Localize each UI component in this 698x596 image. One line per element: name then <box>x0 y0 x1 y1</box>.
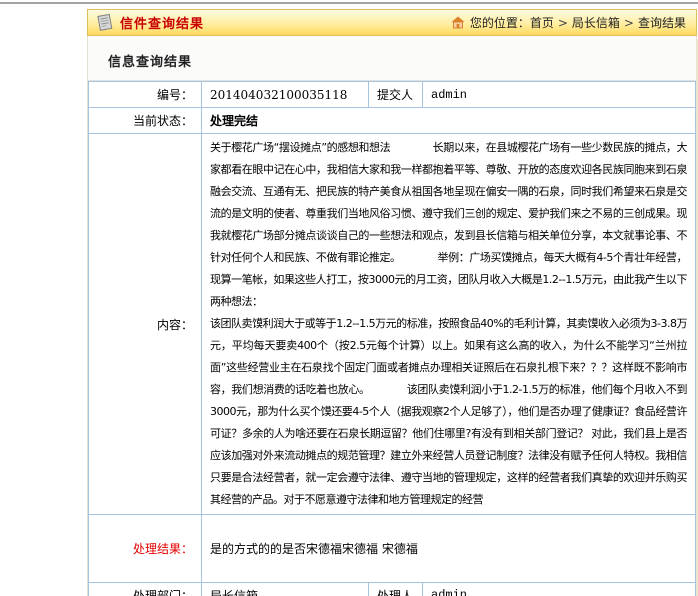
header-bar: 信件查询结果 您的位置： 首页 > 局长信箱 > 查询结果 <box>87 9 697 36</box>
number-label: 编号： <box>89 82 202 108</box>
table-row-number: 编号： 201404032100035118 提交人 admin <box>89 82 696 108</box>
department-value: 局长信箱 <box>202 583 369 596</box>
content-label: 内容： <box>89 134 202 515</box>
result-label: 处理结果： <box>89 515 202 583</box>
section-title: 信息查询结果 <box>108 55 192 70</box>
breadcrumb-item-result[interactable]: 查询结果 <box>638 14 686 31</box>
breadcrumb-item-home[interactable]: 首页 <box>530 14 554 31</box>
content-paragraph-2: 该团队卖馍利润大于或等于1.2--1.5万元的标准，按照食品40%的毛利计算，其… <box>210 313 687 511</box>
result-table: 编号： 201404032100035118 提交人 admin 当前状态： 处… <box>88 81 696 596</box>
submitter-value: admin <box>423 82 696 108</box>
table-row-status: 当前状态： 处理完结 <box>89 108 696 134</box>
handler-value: admin <box>423 583 696 596</box>
section-title-bar: 信息查询结果 <box>88 36 696 81</box>
page-title: 信件查询结果 <box>120 13 204 32</box>
breadcrumb-separator: > <box>558 16 568 30</box>
letter-icon <box>95 13 114 32</box>
status-label: 当前状态： <box>89 108 202 134</box>
top-border-line <box>0 2 698 4</box>
breadcrumb-item-mailbox[interactable]: 局长信箱 <box>572 14 620 31</box>
content-paragraph-1: 关于樱花广场“摆设摊点”的感想和想法 长期以来，在县城樱花广场有一些少数民族的摊… <box>210 137 687 313</box>
header-left: 信件查询结果 <box>95 13 204 32</box>
content-value: 关于樱花广场“摆设摊点”的感想和想法 长期以来，在县城樱花广场有一些少数民族的摊… <box>202 134 696 515</box>
department-label: 处理部门： <box>89 583 202 596</box>
breadcrumb-separator: > <box>624 16 634 30</box>
breadcrumb-prefix: 您的位置： <box>470 14 530 31</box>
main-column: 信件查询结果 您的位置： 首页 > 局长信箱 > 查询结果 <box>87 9 697 596</box>
table-row-department: 处理部门： 局长信箱 处理人 admin <box>89 583 696 596</box>
table-row-result: 处理结果： 是的方式的的是否宋德福宋德福 宋德福 <box>89 515 696 583</box>
submitter-label: 提交人 <box>369 82 423 108</box>
result-value: 是的方式的的是否宋德福宋德福 宋德福 <box>202 515 696 583</box>
number-value: 201404032100035118 <box>202 82 369 108</box>
home-icon <box>451 16 465 29</box>
table-row-content: 内容： 关于樱花广场“摆设摊点”的感想和想法 长期以来，在县城樱花广场有一些少数… <box>89 134 696 515</box>
content-panel: 信息查询结果 编号： 201404032100035118 提交人 admin … <box>87 36 697 596</box>
handler-label: 处理人 <box>369 583 423 596</box>
breadcrumb: 您的位置： 首页 > 局长信箱 > 查询结果 <box>451 14 686 31</box>
page: 信件查询结果 您的位置： 首页 > 局长信箱 > 查询结果 <box>0 0 698 596</box>
status-value: 处理完结 <box>202 108 696 134</box>
